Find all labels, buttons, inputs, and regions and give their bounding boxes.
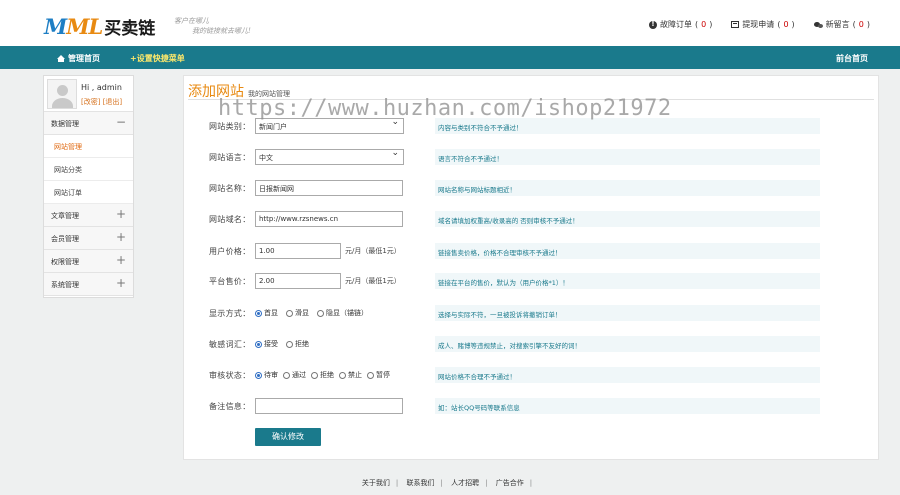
user-price-input[interactable]: 1.00 [255,243,341,259]
display-option-first[interactable]: 首显 [255,308,278,318]
logo-mark: MML [44,13,103,39]
site-name-input[interactable]: 日报新闻网 [255,180,403,196]
row-status: 审核状态： 待审 通过 拒绝 禁止 暂停 网站价格不合理不予通过！ [209,367,820,383]
footer-link-ads[interactable]: 广告合作 [496,479,524,487]
status-option-approved[interactable]: 通过 [283,370,306,380]
confirm-button[interactable]: 确认修改 [255,428,321,446]
sensitive-option-accept[interactable]: 接受 [255,339,278,349]
status-radios: 待审 通过 拒绝 禁止 暂停 [255,370,390,380]
sensitive-option-reject[interactable]: 拒绝 [286,339,309,349]
slogan: 客户在哪儿 我的链接就去哪儿! [174,17,251,35]
expand-icon: + [115,253,126,267]
collapse-icon: − [115,115,126,129]
expand-icon: + [115,230,126,244]
header-divider [188,99,874,100]
sidebar-group-system[interactable]: 系统管理 + [44,273,133,296]
row-domain: 网站域名： http://www.rzsnews.cn 域名请填加权重高/收录高… [209,211,820,227]
nav-home-link[interactable]: 管理首页 [57,53,100,64]
nav-bar: 管理首页 +设置快捷菜单 前台首页 [0,46,900,69]
remark-input[interactable] [255,398,403,414]
page-subtitle-link[interactable]: 我的网站管理 [248,89,290,99]
nav-quick-menu-link[interactable]: +设置快捷菜单 [130,53,185,64]
language-select[interactable]: 中文 [255,148,404,165]
display-option-hidden[interactable]: 隐显（锚链） [317,308,368,318]
change-password-link[interactable]: [改密] [81,98,100,106]
fault-orders-link[interactable]: 故障订单 (0) [648,19,712,30]
sidebar-item-site-manage[interactable]: 网站管理 [44,135,133,158]
sidebar-group-members[interactable]: 会员管理 + [44,227,133,250]
row-sensitive: 敏感词汇： 接受 拒绝 成人、赌博等违规禁止，对搜索引擎不友好的词！ [209,336,820,352]
logout-link[interactable]: [退出] [103,98,122,106]
warning-icon [648,20,657,29]
display-radios: 首显 滑显 隐显（锚链） [255,308,368,318]
user-panel: Hi , admin [改密] [退出] [44,76,133,112]
footer-link-contact[interactable]: 联系我们 [407,479,435,487]
page-title: 添加网站 [188,84,244,100]
category-hint: 内容与类别不符合不予通过！ [435,118,820,134]
withdraw-requests-link[interactable]: 提现申请 (0) [731,19,795,30]
home-icon [57,55,65,62]
display-hint: 选择与实际不符，一旦被投诉将撤销订单！ [435,305,820,321]
row-category: 网站类别： 新闻门户 内容与类别不符合不予通过！ [209,117,820,134]
chat-icon [813,21,823,29]
avatar [47,79,77,109]
platform-price-unit: 元/月（最低1元） [345,277,401,285]
status-option-pending[interactable]: 待审 [255,370,278,380]
row-remark: 备注信息： 如：站长QQ号码等联系信息 [209,398,820,414]
sensitive-radios: 接受 拒绝 [255,339,309,349]
site-domain-input[interactable]: http://www.rzsnews.cn [255,211,403,227]
sidebar-group-articles[interactable]: 文章管理 + [44,204,133,227]
sidebar: Hi , admin [改密] [退出] 数据管理 − 网站管理 网站分类 网站订… [43,75,134,298]
user-links: [改密] [退出] [81,97,122,107]
header-links: 故障订单 (0) 提现申请 (0) 新留言 (0) [648,19,870,30]
user-greeting: Hi , admin [81,83,122,92]
footer: 关于我们 | 联系我们 | 人才招聘 | 广告合作 | [361,479,533,487]
header: MML 买卖链 客户在哪儿 我的链接就去哪儿! 故障订单 (0) 提现申请 (0… [0,0,900,46]
card-icon [731,21,740,28]
status-option-banned[interactable]: 禁止 [339,370,362,380]
display-option-slide[interactable]: 滑显 [286,308,309,318]
row-name: 网站名称： 日报新闻网 网站名称与网站标题相近！ [209,180,820,196]
sidebar-group-data[interactable]: 数据管理 − [44,112,133,135]
user-price-unit: 元/月（最低1元） [345,247,401,255]
site-name-hint: 网站名称与网站标题相近！ [435,180,820,196]
platform-price-hint: 链接在平台的售价，默认为（用户价格*1）！ [435,273,820,289]
status-option-rejected[interactable]: 拒绝 [311,370,334,380]
expand-icon: + [115,207,126,221]
logo[interactable]: MML 买卖链 [44,13,155,39]
nav-front-page-link[interactable]: 前台首页 [836,53,868,64]
footer-link-about[interactable]: 关于我们 [362,479,390,487]
user-price-hint: 链接售卖价格，价格不合理审核不予通过！ [435,243,820,259]
row-display: 显示方式： 首显 滑显 隐显（锚链） 选择与实际不符，一旦被投诉将撤销订单！ [209,305,820,321]
platform-price-input[interactable]: 2.00 [255,273,341,289]
status-option-paused[interactable]: 暂停 [367,370,390,380]
footer-link-jobs[interactable]: 人才招聘 [451,479,479,487]
row-language: 网站语言： 中文 语言不符合不予通过！ [209,148,820,165]
sidebar-item-site-category[interactable]: 网站分类 [44,158,133,181]
sidebar-group-permissions[interactable]: 权限管理 + [44,250,133,273]
remark-hint: 如：站长QQ号码等联系信息 [435,398,820,414]
row-platform-price: 平台售价： 2.00 元/月（最低1元） 链接在平台的售价，默认为（用户价格*1… [209,273,820,289]
category-select[interactable]: 新闻门户 [255,117,404,134]
sidebar-item-site-orders[interactable]: 网站订单 [44,181,133,204]
status-hint: 网站价格不合理不予通过！ [435,367,820,383]
sensitive-hint: 成人、赌博等违规禁止，对搜索引擎不友好的词！ [435,336,820,352]
logo-text: 买卖链 [104,18,156,39]
language-hint: 语言不符合不予通过！ [435,149,820,165]
site-domain-hint: 域名请填加权重高/收录高的 否则审核不予通过！ [435,211,820,227]
new-messages-link[interactable]: 新留言 (0) [813,19,870,30]
row-user-price: 用户价格： 1.00 元/月（最低1元） 链接售卖价格，价格不合理审核不予通过！ [209,243,820,259]
main-header: 添加网站 我的网站管理 [188,81,290,101]
expand-icon: + [115,276,126,290]
